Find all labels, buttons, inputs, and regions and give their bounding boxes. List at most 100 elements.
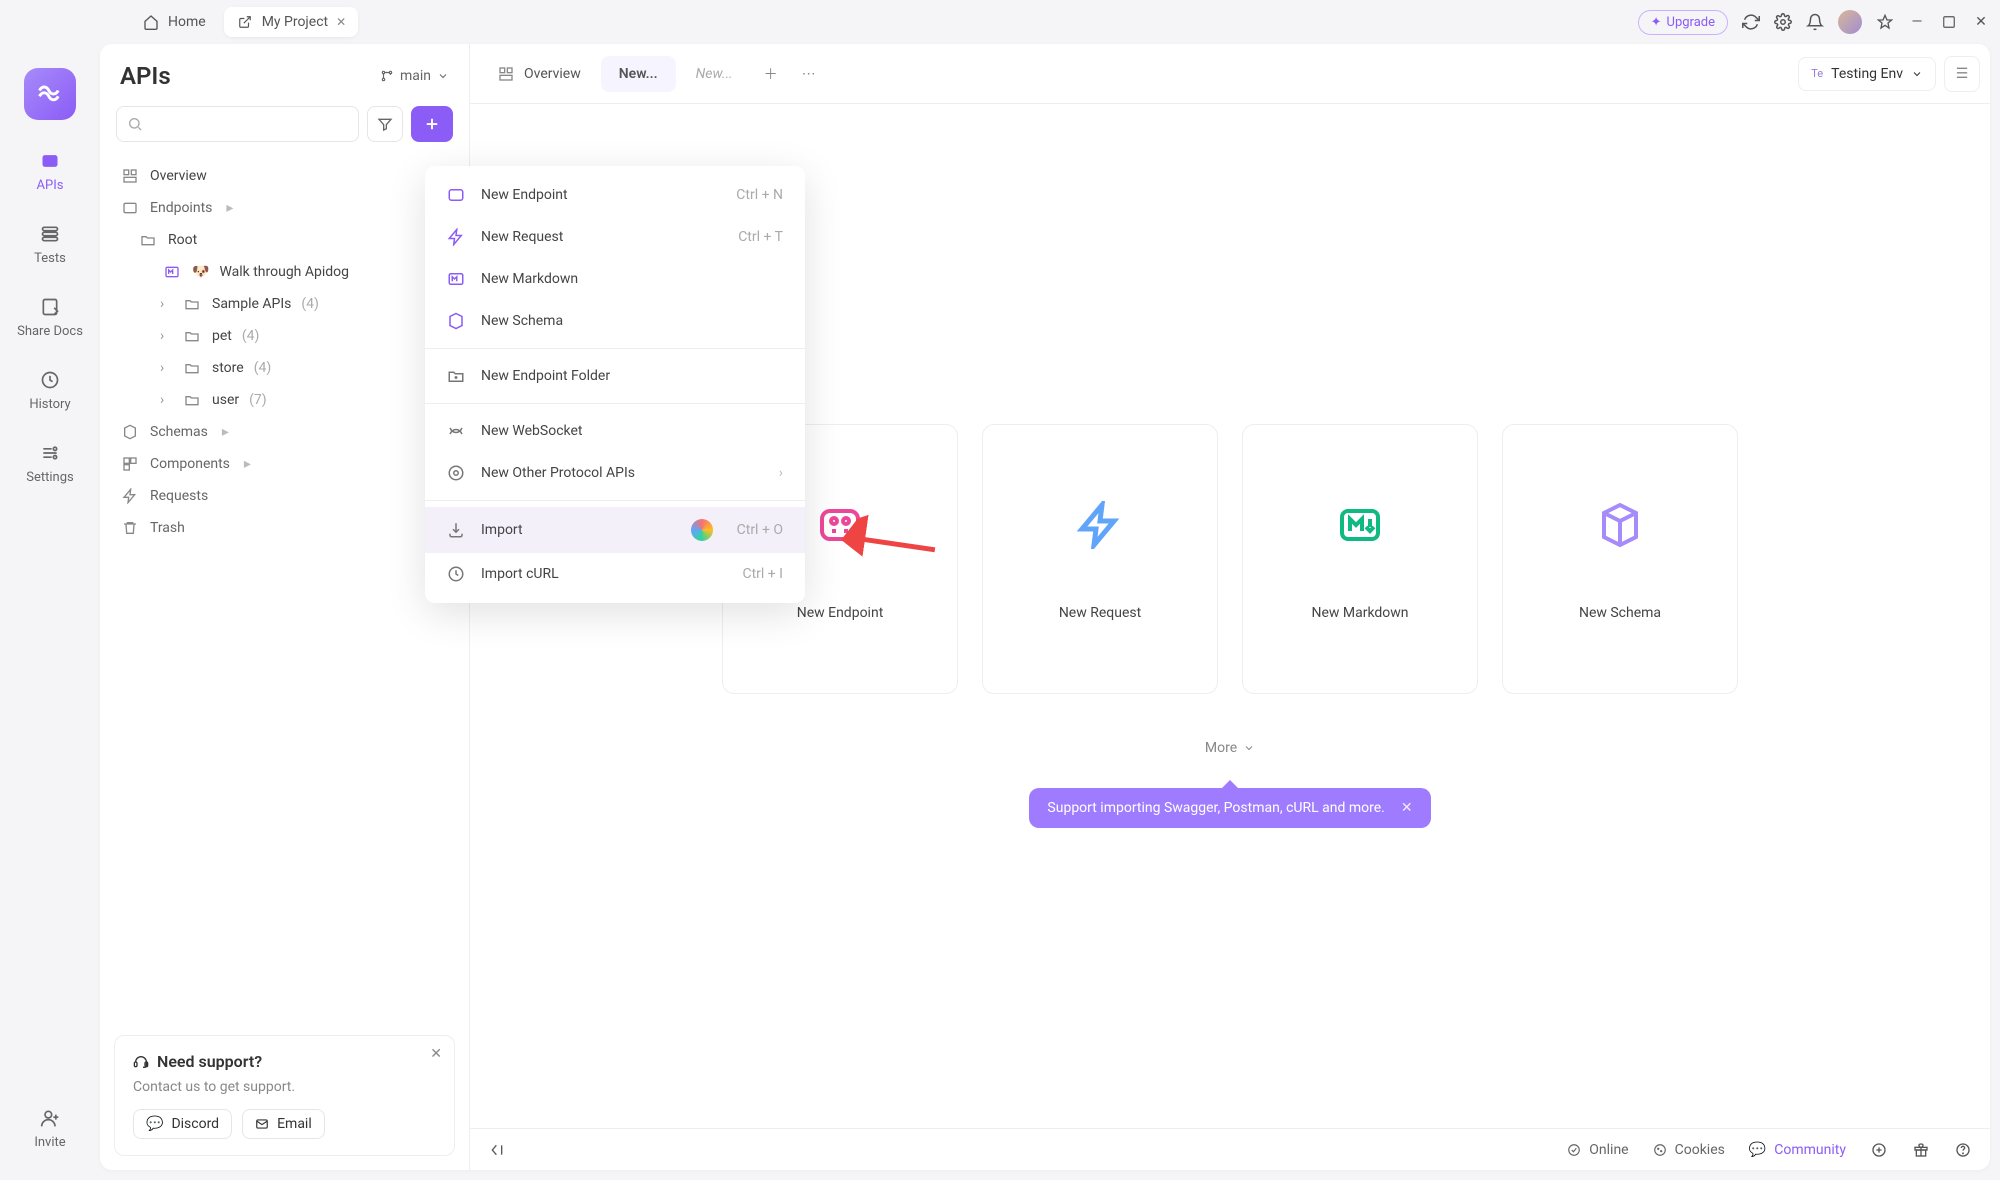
chevron-down-icon	[437, 70, 449, 82]
bell-icon[interactable]	[1806, 13, 1824, 31]
markdown-icon	[447, 270, 467, 288]
window-close-icon[interactable]: ✕	[1972, 13, 1990, 31]
tree-components[interactable]: Components▸	[112, 448, 457, 480]
filter-button[interactable]	[367, 106, 403, 142]
collapse-icon[interactable]	[488, 1141, 506, 1159]
share-docs-icon	[39, 296, 61, 318]
help-icon[interactable]	[1954, 1141, 1972, 1159]
folder-icon	[184, 328, 202, 344]
dd-new-schema[interactable]: New Schema	[425, 300, 805, 342]
status-community[interactable]: 💬Community	[1749, 1142, 1846, 1158]
tab-new-ghost[interactable]: New...	[678, 56, 751, 92]
tab-bar: Overview New... New... ＋ ⋯ Te Testing En…	[470, 44, 1990, 104]
card-new-request[interactable]: New Request	[982, 424, 1218, 694]
invite-icon	[39, 1107, 61, 1129]
close-icon[interactable]: ✕	[430, 1046, 442, 1062]
folder-icon	[184, 296, 202, 312]
components-icon	[122, 456, 140, 472]
schema-icon	[447, 312, 467, 330]
add-dropdown: New EndpointCtrl + N New RequestCtrl + T…	[425, 166, 805, 603]
request-icon	[447, 228, 467, 246]
add-circle-icon[interactable]	[1870, 1141, 1888, 1159]
env-selector[interactable]: Te Testing Env	[1798, 57, 1936, 91]
tree-requests[interactable]: Requests	[112, 480, 457, 512]
status-online[interactable]: Online	[1567, 1142, 1628, 1158]
branch-selector[interactable]: main	[380, 68, 449, 84]
tooltip-close-icon[interactable]: ✕	[1401, 800, 1413, 816]
request-icon	[1072, 497, 1128, 553]
folder-plus-icon	[447, 367, 467, 385]
history-icon	[39, 369, 61, 391]
dd-new-endpoint[interactable]: New EndpointCtrl + N	[425, 174, 805, 216]
gift-icon[interactable]	[1912, 1141, 1930, 1159]
dd-new-folder[interactable]: New Endpoint Folder	[425, 355, 805, 397]
rail-apis[interactable]: APIs	[37, 150, 64, 193]
import-icon	[447, 521, 467, 539]
rail-settings[interactable]: Settings	[26, 442, 73, 485]
dog-emoji: 🐶	[192, 264, 209, 280]
tab-more-button[interactable]: ⋯	[791, 56, 827, 92]
more-link[interactable]: More	[1205, 740, 1255, 756]
dd-other-protocol[interactable]: New Other Protocol APIs›	[425, 452, 805, 494]
dd-new-request[interactable]: New RequestCtrl + T	[425, 216, 805, 258]
settings-icon	[39, 442, 61, 464]
tree-folder-user[interactable]: ›user (7)	[112, 384, 457, 416]
tree-walkthrough[interactable]: 🐶Walk through Apidog	[112, 256, 457, 288]
home-icon	[142, 13, 160, 31]
filter-icon	[377, 116, 393, 132]
rail-history[interactable]: History	[29, 369, 70, 412]
import-curl-icon	[447, 565, 467, 583]
folder-icon	[184, 360, 202, 376]
schema-box-icon	[1592, 497, 1648, 553]
status-cookies[interactable]: Cookies	[1653, 1142, 1725, 1158]
support-subtitle: Contact us to get support.	[133, 1079, 436, 1095]
tab-overview[interactable]: Overview	[480, 56, 599, 92]
dd-new-websocket[interactable]: New WebSocket	[425, 410, 805, 452]
tree-schemas[interactable]: Schemas▸	[112, 416, 457, 448]
tree-overview[interactable]: Overview	[112, 160, 457, 192]
avatar[interactable]	[1838, 10, 1862, 34]
protocol-icon	[447, 464, 467, 482]
project-tab[interactable]: My Project ✕	[224, 7, 359, 37]
status-bar: Online Cookies 💬Community	[470, 1128, 1990, 1170]
app-logo[interactable]	[24, 68, 76, 120]
maximize-icon[interactable]	[1940, 13, 1958, 31]
close-icon[interactable]: ✕	[336, 15, 346, 29]
panel-menu-button[interactable]: ☰	[1944, 56, 1980, 92]
tab-new-active[interactable]: New...	[601, 56, 676, 92]
discord-button[interactable]: 💬Discord	[133, 1109, 232, 1139]
search-input[interactable]	[116, 106, 359, 142]
tree-folder-sample[interactable]: ›Sample APIs (4)	[112, 288, 457, 320]
mail-icon	[255, 1117, 269, 1131]
markdown-icon	[1332, 497, 1388, 553]
rail-invite[interactable]: Invite	[34, 1107, 65, 1150]
card-new-markdown[interactable]: New Markdown	[1242, 424, 1478, 694]
email-button[interactable]: Email	[242, 1109, 325, 1139]
env-badge: Te	[1811, 67, 1823, 80]
tree-folder-pet[interactable]: ›pet (4)	[112, 320, 457, 352]
tree-root[interactable]: Root	[112, 224, 457, 256]
tests-icon	[39, 223, 61, 245]
tree-endpoints[interactable]: Endpoints▸	[112, 192, 457, 224]
refresh-icon[interactable]	[1742, 13, 1760, 31]
add-tab-button[interactable]: ＋	[753, 56, 789, 92]
home-tab[interactable]: Home	[130, 7, 218, 37]
rail-share-docs[interactable]: Share Docs	[17, 296, 83, 339]
tree-folder-store[interactable]: ›store (4)	[112, 352, 457, 384]
dd-import-curl[interactable]: Import cURLCtrl + I	[425, 553, 805, 595]
minimize-icon[interactable]: —	[1908, 13, 1926, 31]
tree-trash[interactable]: Trash	[112, 512, 457, 544]
rail-tests[interactable]: Tests	[34, 223, 66, 266]
pin-icon[interactable]	[1876, 13, 1894, 31]
chevron-right-icon: ›	[160, 360, 174, 376]
dd-new-markdown[interactable]: New Markdown	[425, 258, 805, 300]
discord-icon: 💬	[1749, 1142, 1766, 1158]
dd-import[interactable]: ImportCtrl + O	[425, 507, 805, 553]
upgrade-button[interactable]: ✦ Upgrade	[1638, 10, 1728, 35]
add-button[interactable]	[411, 106, 453, 142]
support-card: ✕ Need support? Contact us to get suppor…	[114, 1035, 455, 1156]
card-new-schema[interactable]: New Schema	[1502, 424, 1738, 694]
gear-icon[interactable]	[1774, 13, 1792, 31]
sparkle-icon: ✦	[1651, 15, 1662, 30]
project-tab-label: My Project	[262, 14, 328, 30]
